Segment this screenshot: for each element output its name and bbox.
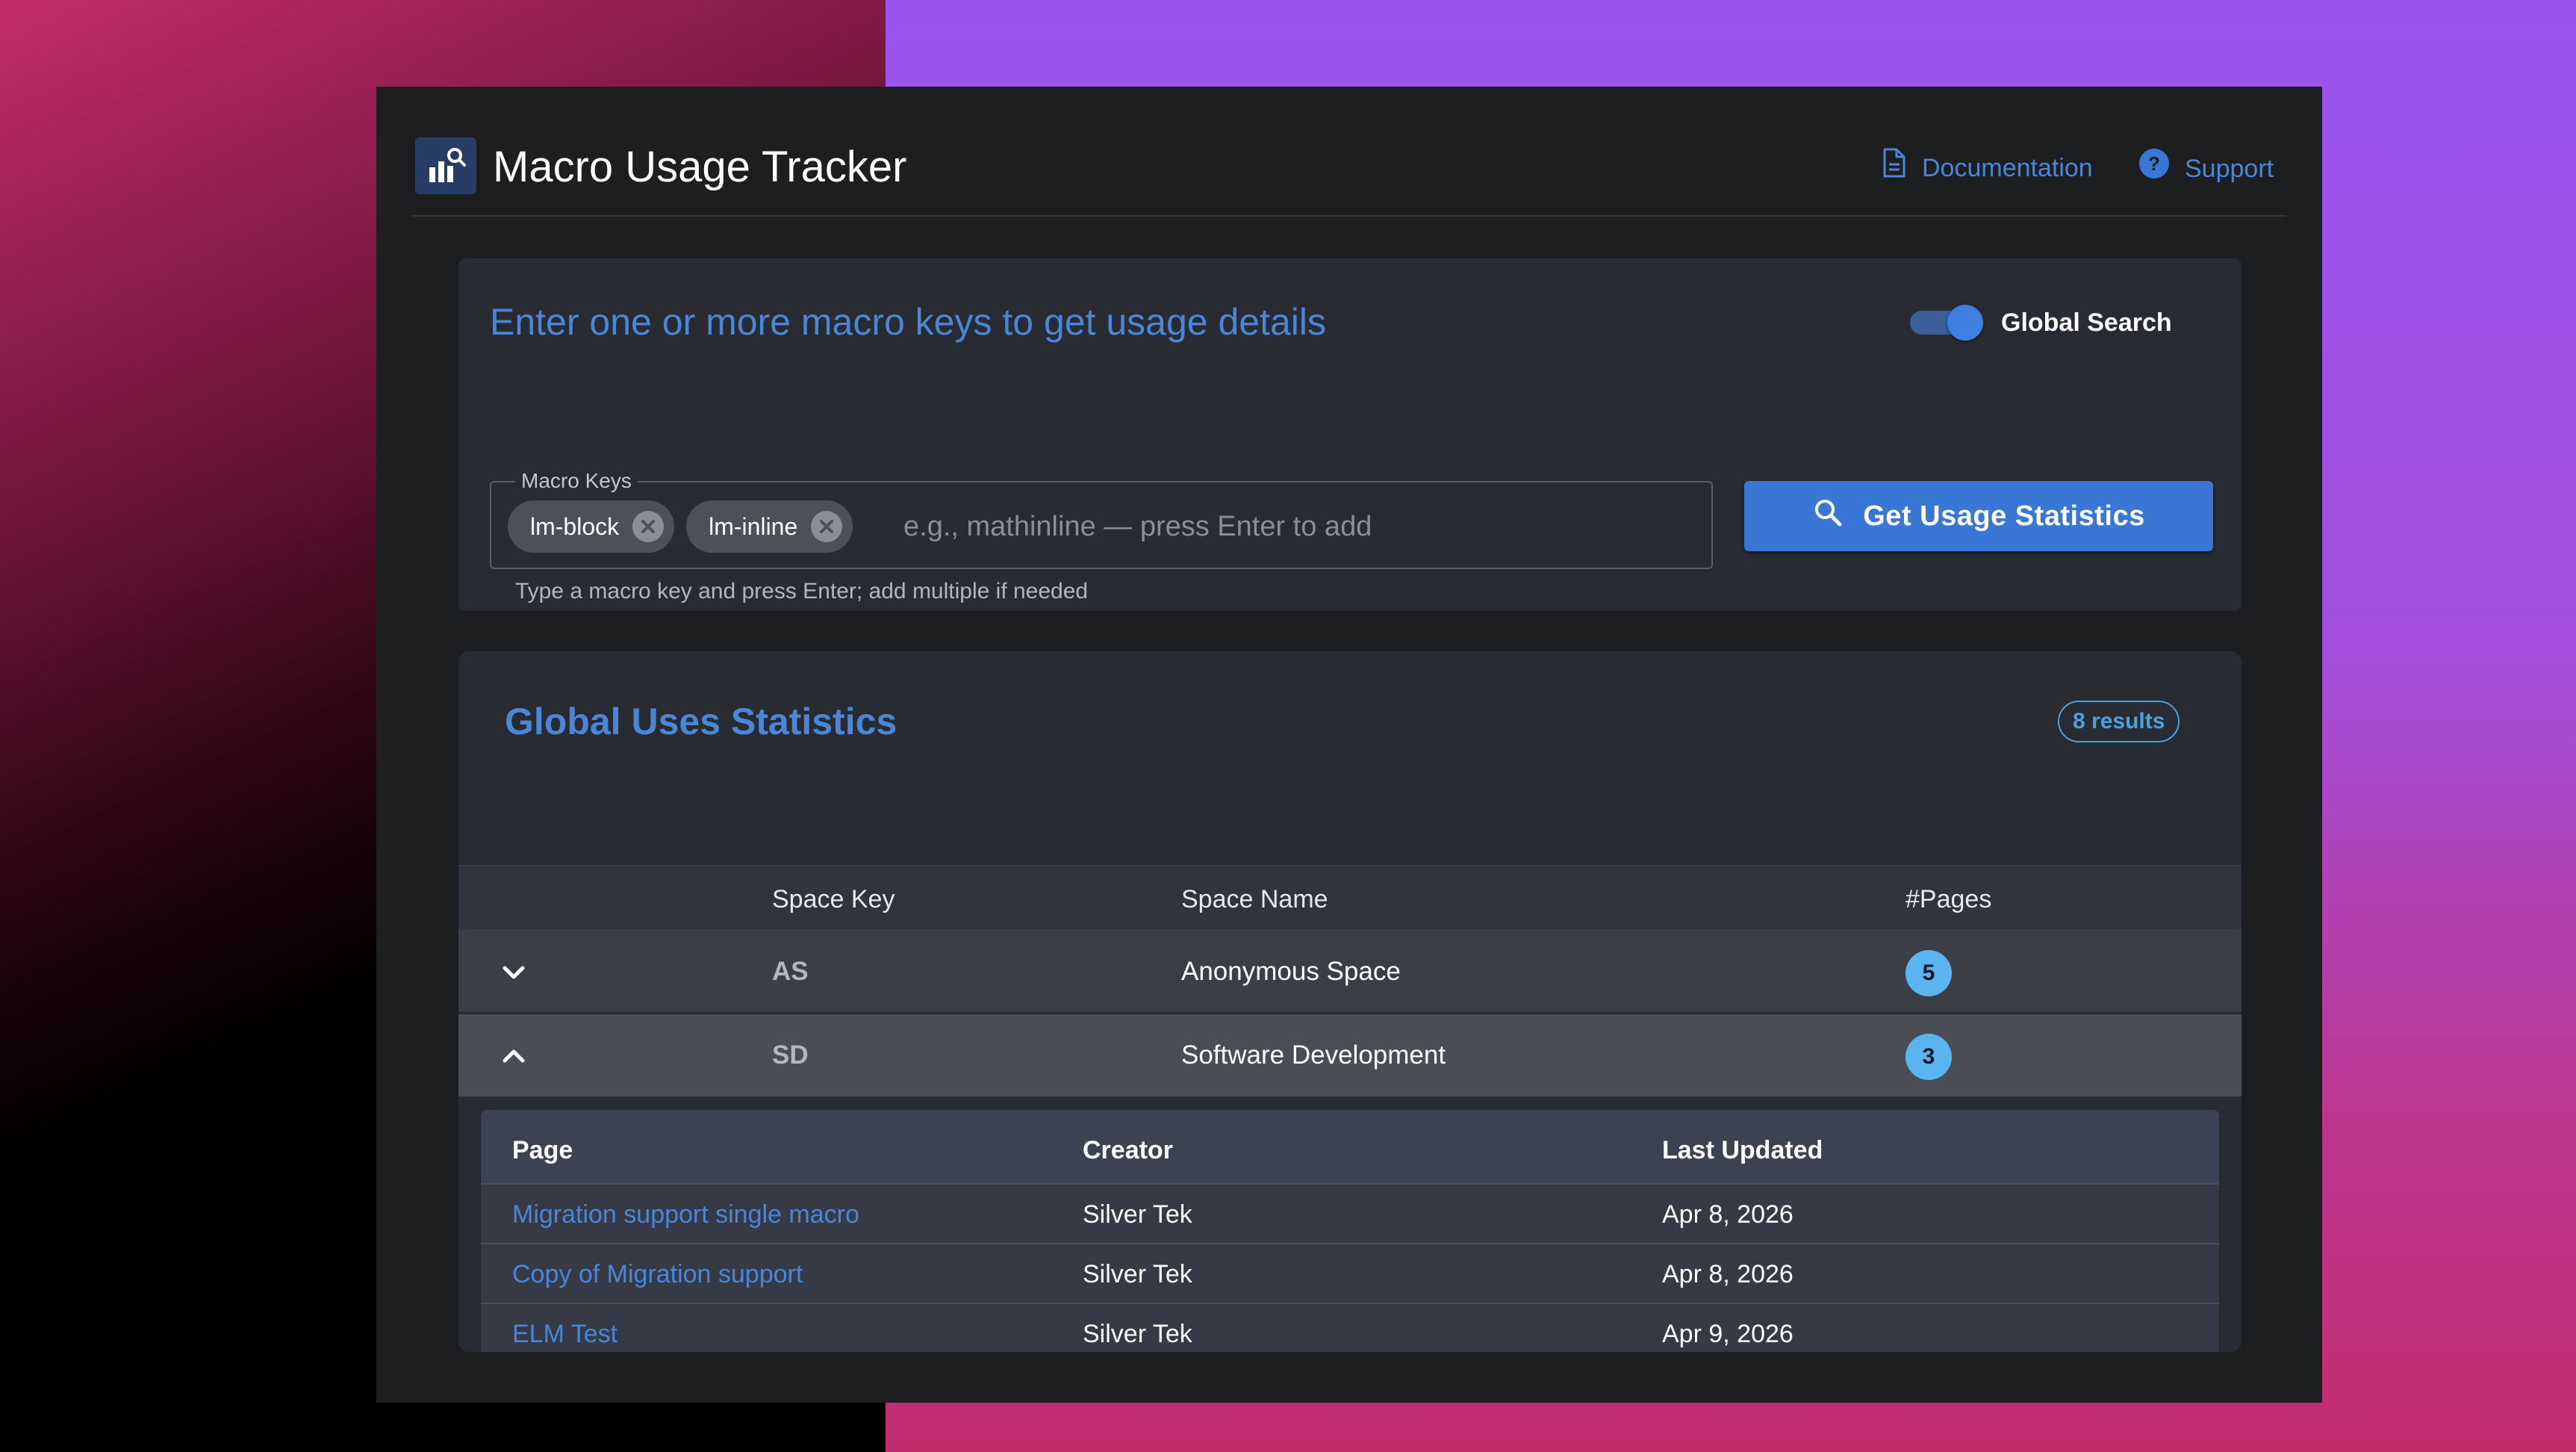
- table-row[interactable]: AS Anonymous Space 5: [458, 931, 2241, 1013]
- macro-key-input[interactable]: [903, 502, 1695, 551]
- support-link[interactable]: ? Support: [2138, 148, 2274, 190]
- macro-key-chip: lm-block: [508, 500, 675, 553]
- statistics-title: Global Uses Statistics: [505, 701, 897, 742]
- svg-text:?: ?: [2148, 152, 2160, 175]
- column-space-name: Space Name: [1181, 885, 1328, 913]
- collapse-chevron-up-icon[interactable]: [499, 1041, 529, 1071]
- page-creator: Silver Tek: [1083, 1320, 1192, 1348]
- page-last-updated: Apr 9, 2026: [1662, 1320, 1793, 1348]
- expand-chevron-down-icon[interactable]: [499, 958, 529, 987]
- macro-keys-label: Macro Keys: [515, 469, 638, 493]
- space-key: SD: [772, 1040, 809, 1070]
- page-last-updated: Apr 8, 2026: [1662, 1200, 1793, 1229]
- support-label: Support: [2185, 155, 2274, 183]
- table-row[interactable]: SD Software Development 3: [458, 1014, 2241, 1096]
- global-search-toggle[interactable]: [1910, 305, 1983, 341]
- app-window: Macro Usage Tracker Documentation ? Supp…: [376, 87, 2322, 1403]
- results-count-badge: 8 results: [2058, 701, 2180, 742]
- help-circle-icon: ?: [2138, 148, 2170, 190]
- pages-count-badge: 5: [1905, 950, 1952, 996]
- pages-detail-table: Page Creator Last Updated Migration supp…: [481, 1110, 2219, 1352]
- chip-label: lm-block: [530, 512, 620, 540]
- page-link[interactable]: Migration support single macro: [512, 1198, 859, 1231]
- search-icon: [1812, 497, 1844, 536]
- column-last-updated: Last Updated: [1662, 1136, 1823, 1164]
- global-search-label: Global Search: [2001, 308, 2172, 337]
- table-row: Copy of Migration support Silver Tek Apr…: [481, 1244, 2219, 1304]
- column-pages: #Pages: [1905, 885, 1992, 913]
- helper-text: Type a macro key and press Enter; add mu…: [515, 579, 1089, 604]
- remove-chip-icon[interactable]: [632, 511, 665, 542]
- page-creator: Silver Tek: [1083, 1200, 1192, 1229]
- column-page: Page: [512, 1136, 573, 1164]
- documentation-label: Documentation: [1922, 154, 2093, 182]
- page-last-updated: Apr 8, 2026: [1662, 1260, 1793, 1288]
- pages-table-header: Page Creator Last Updated: [481, 1110, 2219, 1185]
- chart-search-icon: [415, 137, 476, 194]
- column-creator: Creator: [1083, 1136, 1173, 1164]
- app-title: Macro Usage Tracker: [493, 143, 907, 191]
- macro-key-chips: lm-block lm-inline: [508, 500, 853, 553]
- toggle-thumb: [1947, 305, 1983, 341]
- search-panel: Enter one or more macro keys to get usag…: [458, 258, 2241, 611]
- documentation-link[interactable]: Documentation: [1880, 148, 2093, 188]
- chip-label: lm-inline: [709, 512, 798, 540]
- remove-chip-icon[interactable]: [811, 511, 843, 542]
- macro-key-chip: lm-inline: [686, 500, 853, 553]
- get-usage-statistics-button[interactable]: Get Usage Statistics: [1744, 481, 2213, 551]
- space-name: Software Development: [1181, 1040, 1446, 1070]
- space-key: AS: [772, 957, 809, 986]
- pages-count-badge: 3: [1905, 1034, 1952, 1080]
- document-icon: [1880, 148, 1907, 188]
- search-heading: Enter one or more macro keys to get usag…: [490, 301, 1327, 343]
- get-usage-statistics-label: Get Usage Statistics: [1863, 500, 2145, 532]
- statistics-panel: Global Uses Statistics 8 results Space K…: [458, 651, 2241, 1352]
- page-creator: Silver Tek: [1083, 1260, 1192, 1288]
- table-row: ELM Test Silver Tek Apr 9, 2026: [481, 1304, 2219, 1352]
- page-link[interactable]: Copy of Migration support: [512, 1258, 803, 1291]
- macro-keys-field[interactable]: Macro Keys lm-block lm-inline: [490, 469, 1713, 569]
- app-header: Macro Usage Tracker Documentation ? Supp…: [412, 87, 2286, 217]
- space-name: Anonymous Space: [1181, 957, 1401, 986]
- spaces-table-header: Space Key Space Name #Pages: [458, 865, 2241, 931]
- page-link[interactable]: ELM Test: [512, 1318, 617, 1350]
- table-row: Migration support single macro Silver Te…: [481, 1185, 2219, 1244]
- column-space-key: Space Key: [772, 885, 895, 913]
